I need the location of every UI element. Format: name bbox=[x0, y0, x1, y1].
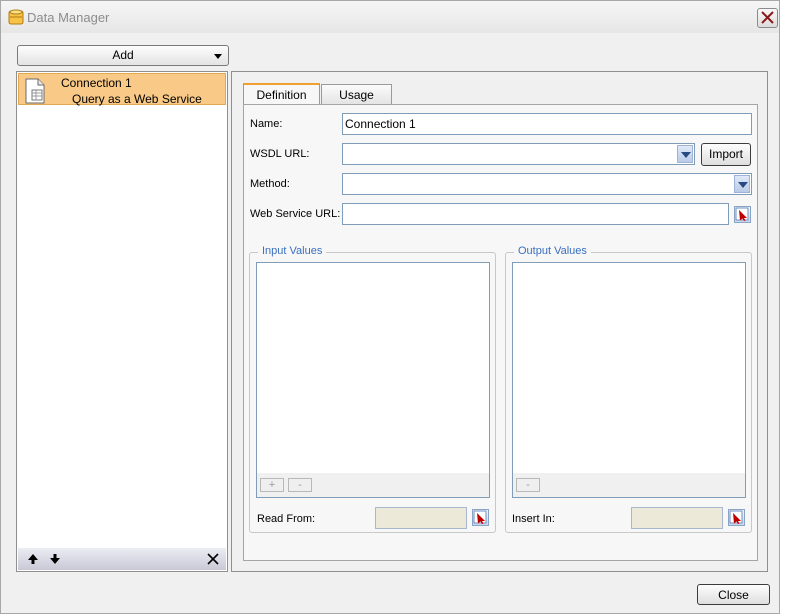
remove-output-button[interactable]: - bbox=[516, 478, 540, 492]
arrow-down-icon[interactable] bbox=[48, 552, 62, 566]
input-values-title: Input Values bbox=[258, 245, 327, 257]
cell-picker-icon bbox=[473, 510, 487, 524]
wsdl-url-label: WSDL URL: bbox=[250, 148, 310, 160]
read-from-label: Read From: bbox=[257, 513, 316, 525]
close-icon bbox=[761, 11, 774, 24]
name-field[interactable]: Connection 1 bbox=[342, 113, 752, 135]
web-service-url-label: Web Service URL: bbox=[250, 208, 341, 220]
list-toolbar bbox=[18, 548, 226, 570]
window-title: Data Manager bbox=[27, 10, 110, 25]
connections-list[interactable]: Connection 1 Query as a Web Service bbox=[16, 71, 228, 572]
app-database-icon bbox=[8, 9, 24, 25]
output-values-group: Output Values - Insert In: bbox=[505, 245, 752, 533]
input-values-toolbar: + - bbox=[257, 473, 489, 497]
delete-icon[interactable] bbox=[206, 552, 220, 566]
output-values-list[interactable]: - bbox=[512, 262, 746, 498]
connection-type: Query as a Web Service bbox=[72, 92, 202, 106]
output-values-title: Output Values bbox=[514, 245, 591, 257]
close-button[interactable]: Close bbox=[697, 584, 770, 605]
data-manager-window: Data Manager Add Connection 1 Query as a… bbox=[0, 0, 780, 614]
tab-definition[interactable]: Definition bbox=[243, 83, 320, 106]
cell-picker-icon bbox=[729, 510, 743, 524]
connection-details-panel: Definition Usage Name: Connection 1 WSDL… bbox=[231, 71, 768, 572]
wsdl-url-combobox[interactable] bbox=[342, 143, 695, 165]
title-bar: Data Manager bbox=[1, 1, 779, 33]
add-button-label: Add bbox=[112, 48, 134, 62]
chevron-down-icon[interactable] bbox=[677, 145, 693, 163]
add-input-button[interactable]: + bbox=[260, 478, 284, 492]
insert-in-label: Insert In: bbox=[512, 513, 555, 525]
input-values-list[interactable]: + - bbox=[256, 262, 490, 498]
chevron-down-icon[interactable] bbox=[734, 175, 750, 193]
method-label: Method: bbox=[250, 178, 290, 190]
add-connection-button[interactable]: Add bbox=[17, 45, 229, 66]
method-select[interactable] bbox=[342, 173, 752, 195]
web-service-url-field[interactable] bbox=[342, 203, 729, 225]
arrow-up-icon[interactable] bbox=[26, 552, 40, 566]
window-close-button[interactable] bbox=[757, 8, 778, 28]
document-icon bbox=[25, 78, 45, 104]
insert-in-field[interactable] bbox=[631, 507, 723, 529]
input-values-group: Input Values + - Read From: bbox=[249, 245, 496, 533]
insert-in-picker-button[interactable] bbox=[728, 509, 745, 526]
list-item-connection-1[interactable]: Connection 1 Query as a Web Service bbox=[18, 73, 226, 106]
read-from-field[interactable] bbox=[375, 507, 467, 529]
connection-name: Connection 1 bbox=[61, 76, 132, 90]
read-from-picker-button[interactable] bbox=[472, 509, 489, 526]
remove-input-button[interactable]: - bbox=[288, 478, 312, 492]
cell-picker-icon bbox=[735, 207, 749, 221]
tab-usage[interactable]: Usage bbox=[321, 84, 392, 106]
definition-tab-content: Name: Connection 1 WSDL URL: Import Meth… bbox=[243, 104, 758, 561]
import-button[interactable]: Import bbox=[701, 143, 751, 166]
web-service-url-picker-button[interactable] bbox=[734, 206, 751, 223]
name-label: Name: bbox=[250, 118, 283, 130]
output-values-toolbar: - bbox=[513, 473, 745, 497]
chevron-down-icon bbox=[214, 54, 222, 59]
